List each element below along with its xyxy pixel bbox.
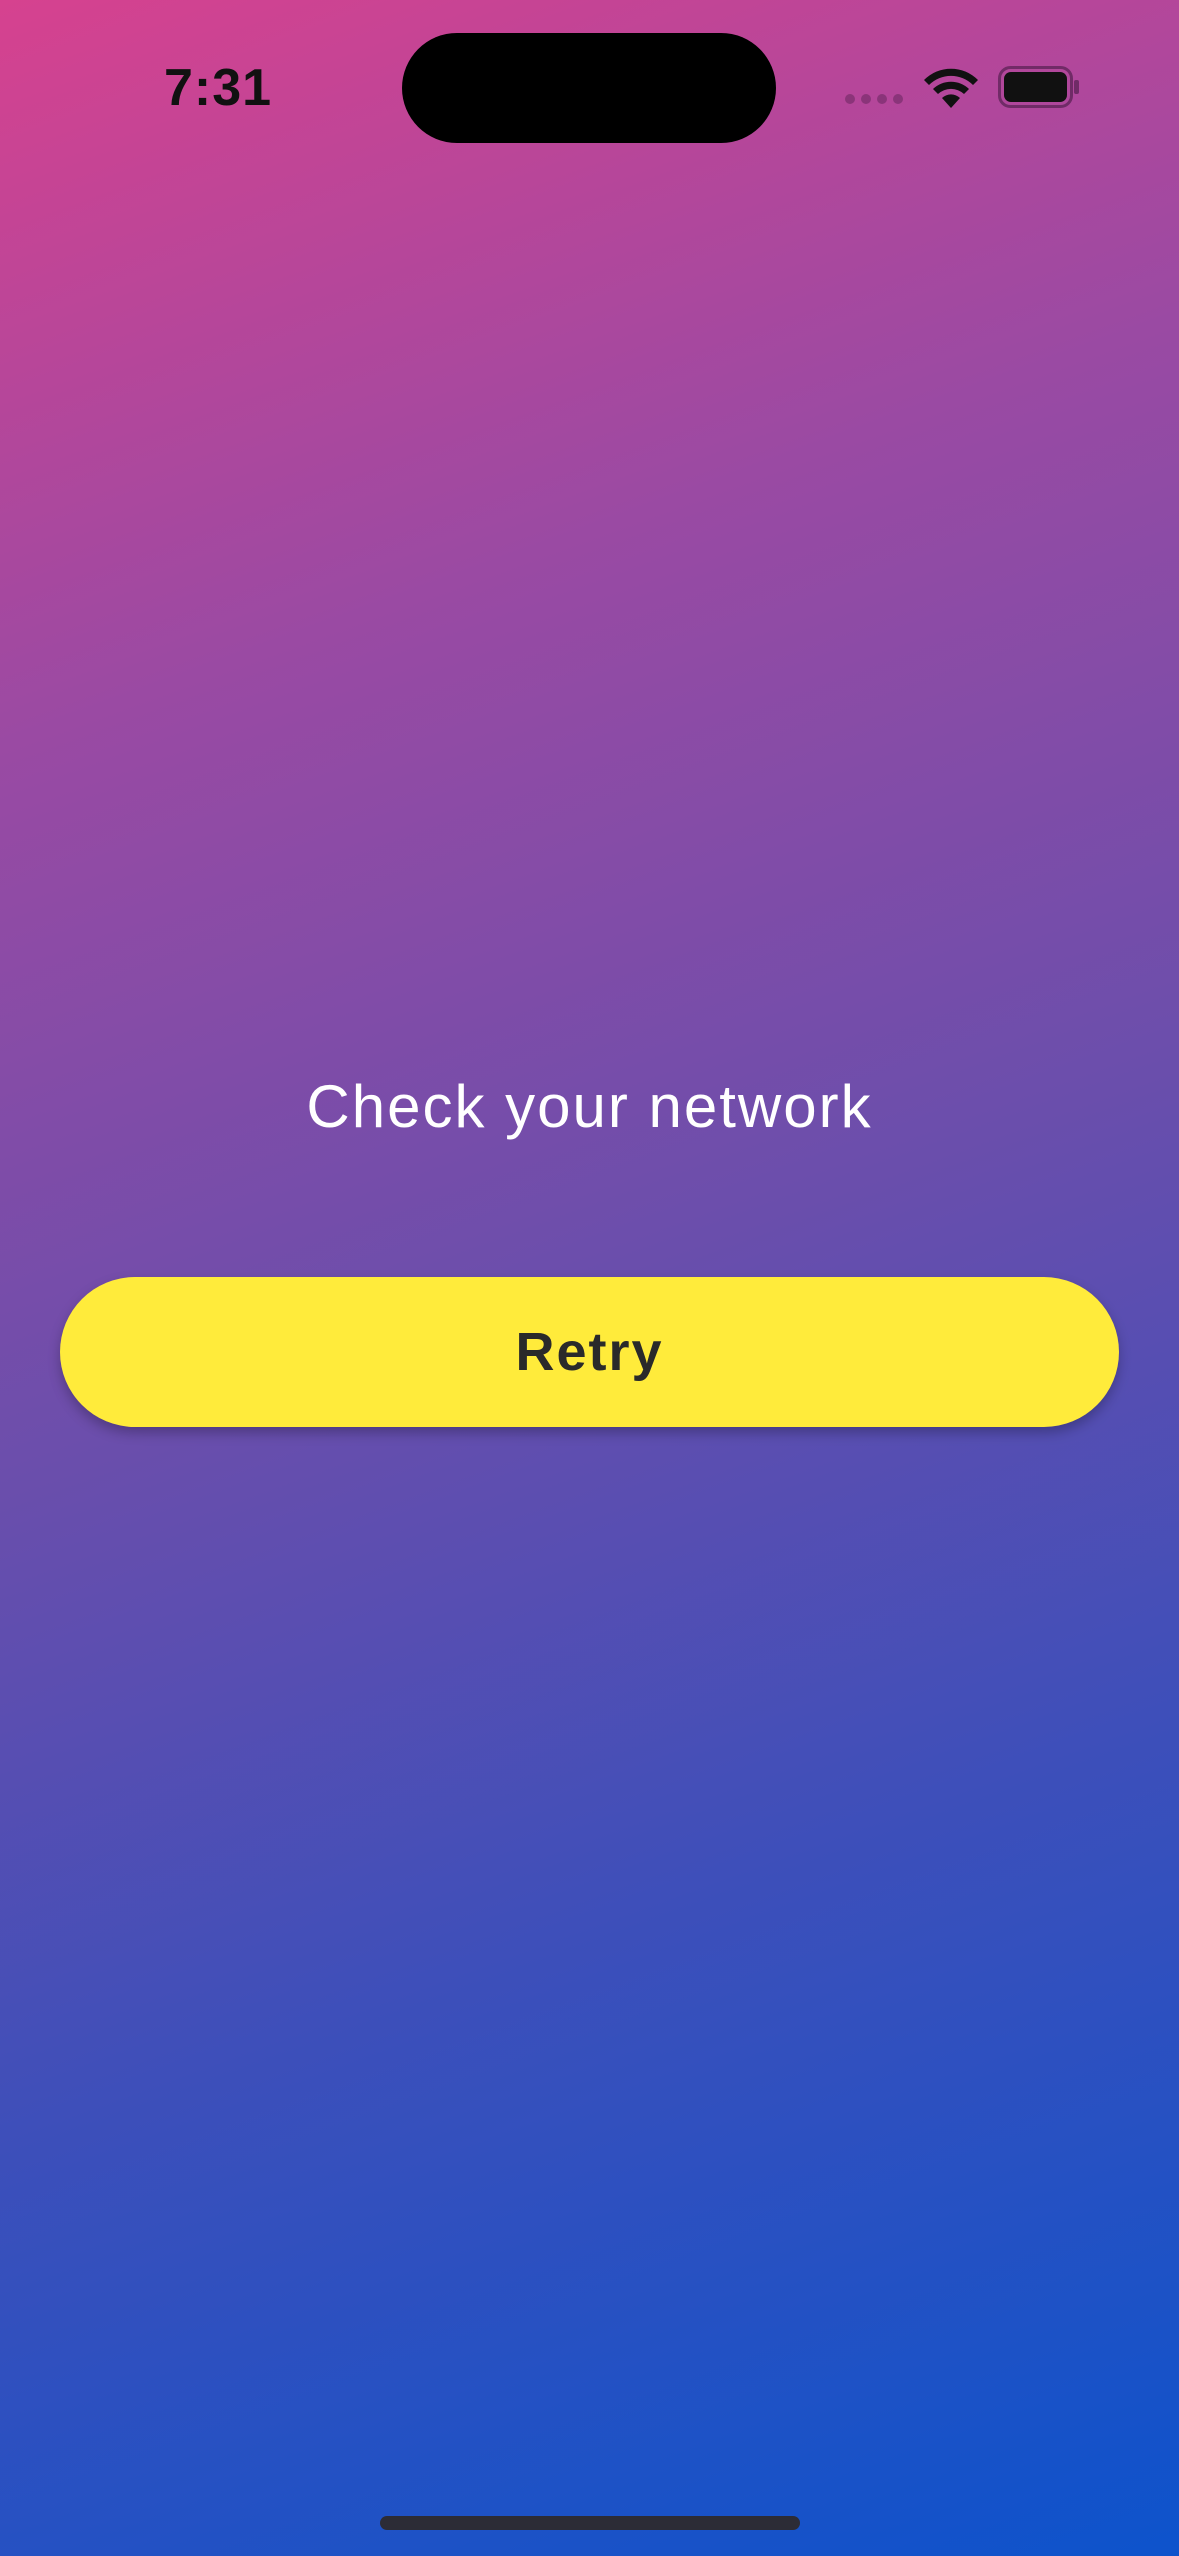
status-time: 7:31	[164, 59, 273, 117]
retry-button-label: Retry	[515, 1322, 664, 1382]
retry-button[interactable]: Retry	[60, 1277, 1119, 1427]
dynamic-island	[402, 33, 776, 143]
battery-icon	[998, 66, 1079, 108]
wifi-icon	[924, 68, 978, 108]
network-error-message: Check your network	[306, 1073, 873, 1140]
home-indicator[interactable]	[380, 2516, 800, 2530]
cellular-signal-icon	[845, 94, 905, 108]
status-bar: 7:31	[0, 0, 1179, 180]
